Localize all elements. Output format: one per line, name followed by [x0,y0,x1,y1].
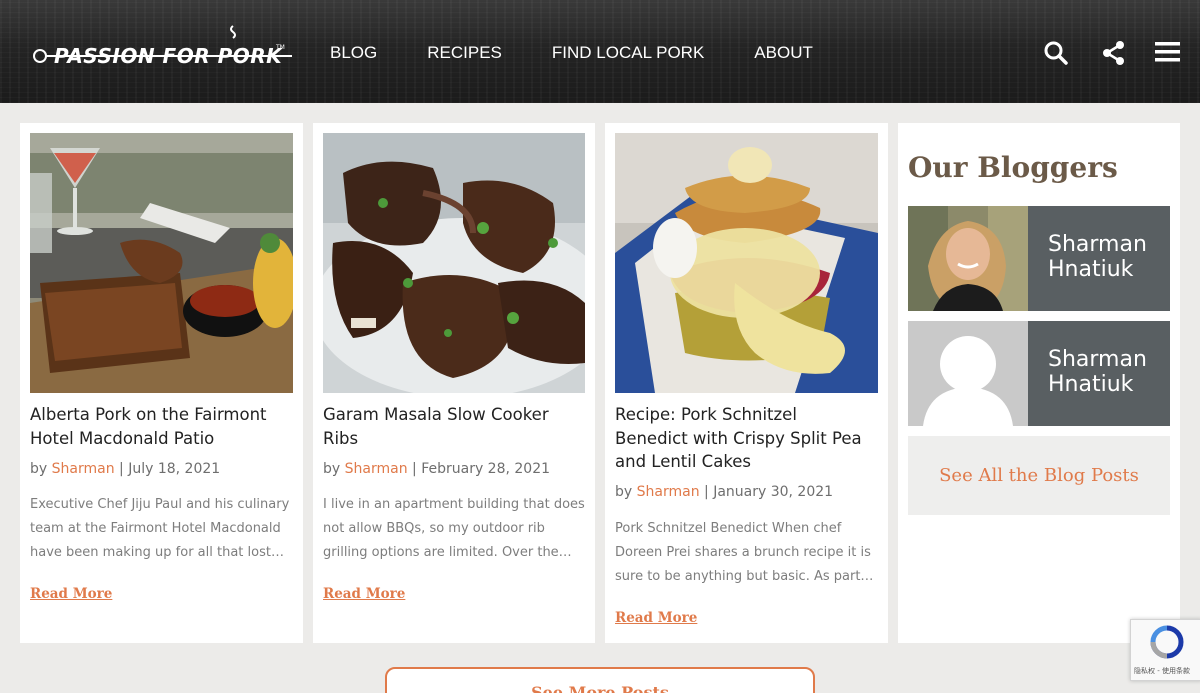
share-icon[interactable] [1101,40,1127,66]
site-logo[interactable]: PASSION FOR PORK TM [32,22,297,70]
post-image-alberta-pork[interactable] [30,133,293,393]
nav-recipes[interactable]: RECIPES [427,43,502,63]
read-more-link[interactable]: Read More [30,586,112,602]
post-by: by [615,484,637,500]
blogger-avatar-placeholder [908,321,1028,426]
post-author[interactable]: Sharman [637,484,700,500]
post-meta: by Sharman | January 30, 2021 [615,484,833,500]
blogger-card[interactable]: Sharman Hnatiuk [908,206,1170,311]
post-author[interactable]: Sharman [52,461,115,477]
logo-wordmark: PASSION FOR PORK [54,44,283,68]
post-title[interactable]: Alberta Pork on the Fairmont Hotel Macdo… [30,403,285,450]
post-image-garam-masala-ribs[interactable] [323,133,585,393]
blogger-photo [908,206,1028,311]
nav-about[interactable]: ABOUT [754,43,813,63]
sidebar-heading: Our Bloggers [908,151,1118,184]
post-card: Alberta Pork on the Fairmont Hotel Macdo… [20,123,303,643]
post-date: | July 18, 2021 [114,461,221,477]
post-meta: by Sharman | July 18, 2021 [30,461,220,477]
post-excerpt: Pork Schnitzel Benedict When chef Doreen… [615,521,874,584]
bloggers-sidebar: Our Bloggers Sharman Hnatiuk Sharman Hna… [898,123,1180,643]
search-icon[interactable] [1043,40,1069,66]
see-all-blog-posts-button[interactable]: See All the Blog Posts [908,436,1170,515]
post-title[interactable]: Garam Masala Slow Cooker Ribs [323,403,578,450]
see-more-posts-button[interactable]: See More Posts [385,667,815,693]
post-by: by [30,461,52,477]
post-card: Recipe: Pork Schnitzel Benedict with Cri… [605,123,888,643]
blogger-card[interactable]: Sharman Hnatiuk [908,321,1170,426]
post-by: by [323,461,345,477]
post-date: | January 30, 2021 [699,484,834,500]
post-title[interactable]: Recipe: Pork Schnitzel Benedict with Cri… [615,403,870,474]
post-meta: by Sharman | February 28, 2021 [323,461,550,477]
blogger-name: Sharman Hnatiuk [1048,232,1147,282]
post-date: | February 28, 2021 [407,461,551,477]
post-card: Garam Masala Slow Cooker Ribs by Sharman… [313,123,595,643]
logo-trademark: TM [276,44,285,51]
post-excerpt: I live in an apartment building that doe… [323,497,585,560]
recaptcha-badge[interactable]: 隐私权 - 使用条款 [1130,619,1200,681]
menu-icon[interactable] [1155,40,1181,66]
post-excerpt: Executive Chef Jiju Paul and his culinar… [30,497,290,560]
site-header: PASSION FOR PORK TM BLOG RECIPES FIND LO… [0,0,1200,103]
nav-blog[interactable]: BLOG [330,43,377,63]
read-more-link[interactable]: Read More [323,586,405,602]
read-more-link[interactable]: Read More [615,610,697,626]
main-nav: BLOG RECIPES FIND LOCAL PORK ABOUT [330,43,863,63]
blogger-name: Sharman Hnatiuk [1048,347,1147,397]
post-image-pork-schnitzel-benedict[interactable] [615,133,878,393]
post-author[interactable]: Sharman [345,461,408,477]
recaptcha-label: 隐私权 - 使用条款 [1134,667,1190,675]
nav-find-local-pork[interactable]: FIND LOCAL PORK [552,43,704,63]
